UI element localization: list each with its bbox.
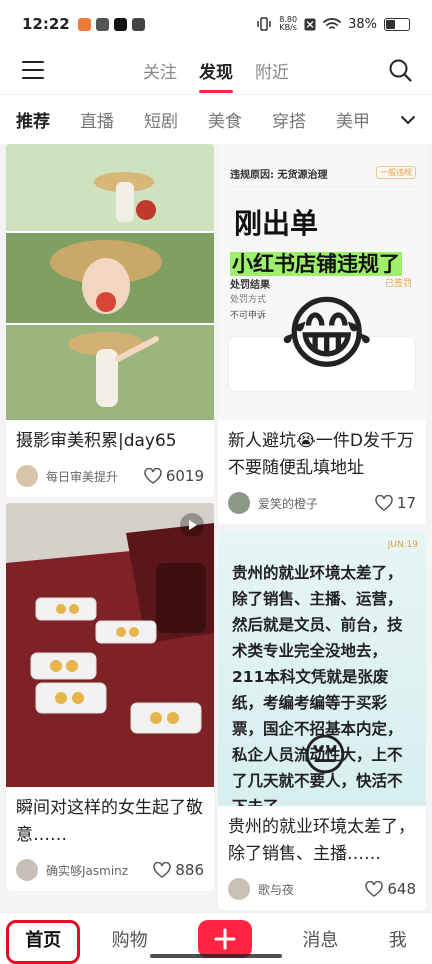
tab-discover[interactable]: 发现	[199, 58, 233, 91]
cover-image: 违规原因: 无货源治理 一般违规 处罚结果 已签罚 处罚方式 不可申诉 刚出单 …	[218, 144, 426, 420]
home-indicator[interactable]	[150, 954, 282, 958]
category-live[interactable]: 直播	[80, 107, 114, 132]
note-meta: 确实够Jasminz 886	[6, 849, 214, 891]
screenshot-heading: 违规原因: 无货源治理	[230, 170, 328, 181]
like-button[interactable]: 17	[375, 494, 416, 512]
bottom-nav: 首页 购物 消息 我	[0, 912, 432, 964]
category-nails[interactable]: 美甲	[336, 107, 370, 132]
category-expand-button[interactable]	[384, 95, 432, 144]
overlay-highlight-text: 小红书店铺违规了	[230, 252, 402, 276]
nav-shop[interactable]: 购物	[112, 926, 148, 952]
top-tabs: 关注 发现 附近	[0, 58, 432, 91]
category-recommended[interactable]: 推荐	[16, 107, 50, 132]
net-speed-unit: KB/s	[279, 23, 297, 32]
vibrate-icon	[257, 17, 272, 31]
app-notification-icon	[95, 17, 109, 31]
net-speed: 8.80 KB/s	[279, 16, 297, 32]
author-name[interactable]: 确实够Jasminz	[46, 862, 153, 879]
note-meta: 歌与夜 648	[218, 868, 426, 910]
screenshot-label: 处罚结果	[230, 280, 270, 291]
cover-image: JUN.19 贵州的就业环境太差了，除了销售、主播、运营，然后就是文员、前台，技…	[218, 530, 426, 806]
avatar[interactable]	[16, 859, 38, 881]
car-seat-photo	[6, 503, 214, 787]
like-button[interactable]: 648	[365, 880, 416, 898]
author-name[interactable]: 爱笑的橙子	[258, 495, 375, 512]
like-count: 6019	[165, 467, 204, 485]
avatar[interactable]	[228, 492, 250, 514]
battery-percent: 38%	[348, 16, 377, 32]
category-bar: 推荐 直播 短剧 美食 穿搭 美甲	[0, 94, 432, 144]
status-time: 12:22	[22, 15, 70, 33]
nav-me[interactable]: 我	[389, 926, 407, 952]
like-count: 886	[175, 861, 204, 879]
top-nav: 关注 发现 附近	[0, 48, 432, 94]
note-card[interactable]: 瞬间对这样的女生起了敬意…… 确实够Jasminz 886	[6, 503, 214, 891]
like-button[interactable]: 886	[153, 861, 204, 879]
feed-column-right: 违规原因: 无货源治理 一般违规 处罚结果 已签罚 处罚方式 不可申诉 刚出单 …	[218, 144, 426, 912]
nav-messages[interactable]: 消息	[302, 926, 338, 952]
note-title: 瞬间对这样的女生起了敬意……	[16, 798, 203, 845]
app-notification-icon	[77, 17, 91, 31]
author-name[interactable]: 歌与夜	[258, 881, 365, 898]
author-name[interactable]: 每日审美提升	[46, 468, 144, 485]
create-post-button[interactable]	[197, 919, 252, 958]
heart-icon	[375, 495, 393, 511]
notification-icons	[77, 17, 145, 31]
note-title: 贵州的就业环境太差了，除了销售、主播……	[228, 817, 415, 864]
screenshot-label: 处罚方式	[230, 295, 267, 305]
photo-collage-image	[6, 144, 214, 420]
status-bar: 12:22 8.80 KB/s 38%	[0, 0, 432, 48]
like-count: 648	[387, 880, 416, 898]
avatar[interactable]	[228, 878, 250, 900]
feed-column-left: 摄影审美积累|day65 每日审美提升 6019 瞬间对这样的女生起了敬意…… …	[6, 144, 214, 897]
date-label: JUN.19	[387, 540, 418, 550]
tab-nearby[interactable]: 附近	[255, 58, 289, 91]
note-card[interactable]: 摄影审美积累|day65 每日审美提升 6019	[6, 144, 214, 497]
avatar[interactable]	[16, 465, 38, 487]
category-outfit[interactable]: 穿搭	[272, 107, 306, 132]
battery-icon	[384, 17, 410, 31]
chevron-down-icon	[401, 116, 415, 125]
screenshot-tag: 一般违规	[376, 166, 416, 179]
heart-icon	[153, 862, 172, 878]
note-title: 摄影审美积累|day65	[16, 431, 177, 451]
cover-image	[6, 144, 214, 420]
note-card[interactable]: JUN.19 贵州的就业环境太差了，除了销售、主播、运营，然后就是文员、前台，技…	[218, 530, 426, 910]
pensive-face-emoji-icon: 😔	[302, 730, 348, 781]
home-highlight-box	[6, 920, 80, 964]
note-title: 新人避坑😭一件D发千万不要随便乱填地址	[228, 431, 414, 478]
note-meta: 每日审美提升 6019	[6, 455, 214, 497]
search-icon[interactable]	[388, 58, 412, 82]
like-button[interactable]: 6019	[144, 467, 204, 485]
overlay-text: 刚出单	[234, 207, 319, 240]
cover-image	[6, 503, 214, 787]
like-count: 17	[396, 494, 416, 512]
note-meta: 爱笑的橙子 17	[218, 482, 426, 524]
screenshot-label: 不可申诉	[230, 311, 267, 321]
plus-icon	[214, 928, 236, 949]
tab-following[interactable]: 关注	[143, 58, 177, 91]
mail-icon	[131, 17, 145, 31]
heart-icon	[144, 468, 162, 484]
feed: 摄影审美积累|day65 每日审美提升 6019 瞬间对这样的女生起了敬意…… …	[6, 144, 426, 912]
category-food[interactable]: 美食	[208, 107, 242, 132]
video-icon	[180, 513, 204, 537]
tiktok-icon	[113, 17, 127, 31]
wifi-icon	[323, 18, 341, 29]
note-card[interactable]: 违规原因: 无货源治理 一般违规 处罚结果 已签罚 处罚方式 不可申诉 刚出单 …	[218, 144, 426, 524]
laughing-crying-emoji-icon: 😂	[280, 287, 374, 380]
x-icon	[304, 18, 316, 30]
heart-icon	[365, 881, 384, 897]
category-short-drama[interactable]: 短剧	[144, 107, 178, 132]
